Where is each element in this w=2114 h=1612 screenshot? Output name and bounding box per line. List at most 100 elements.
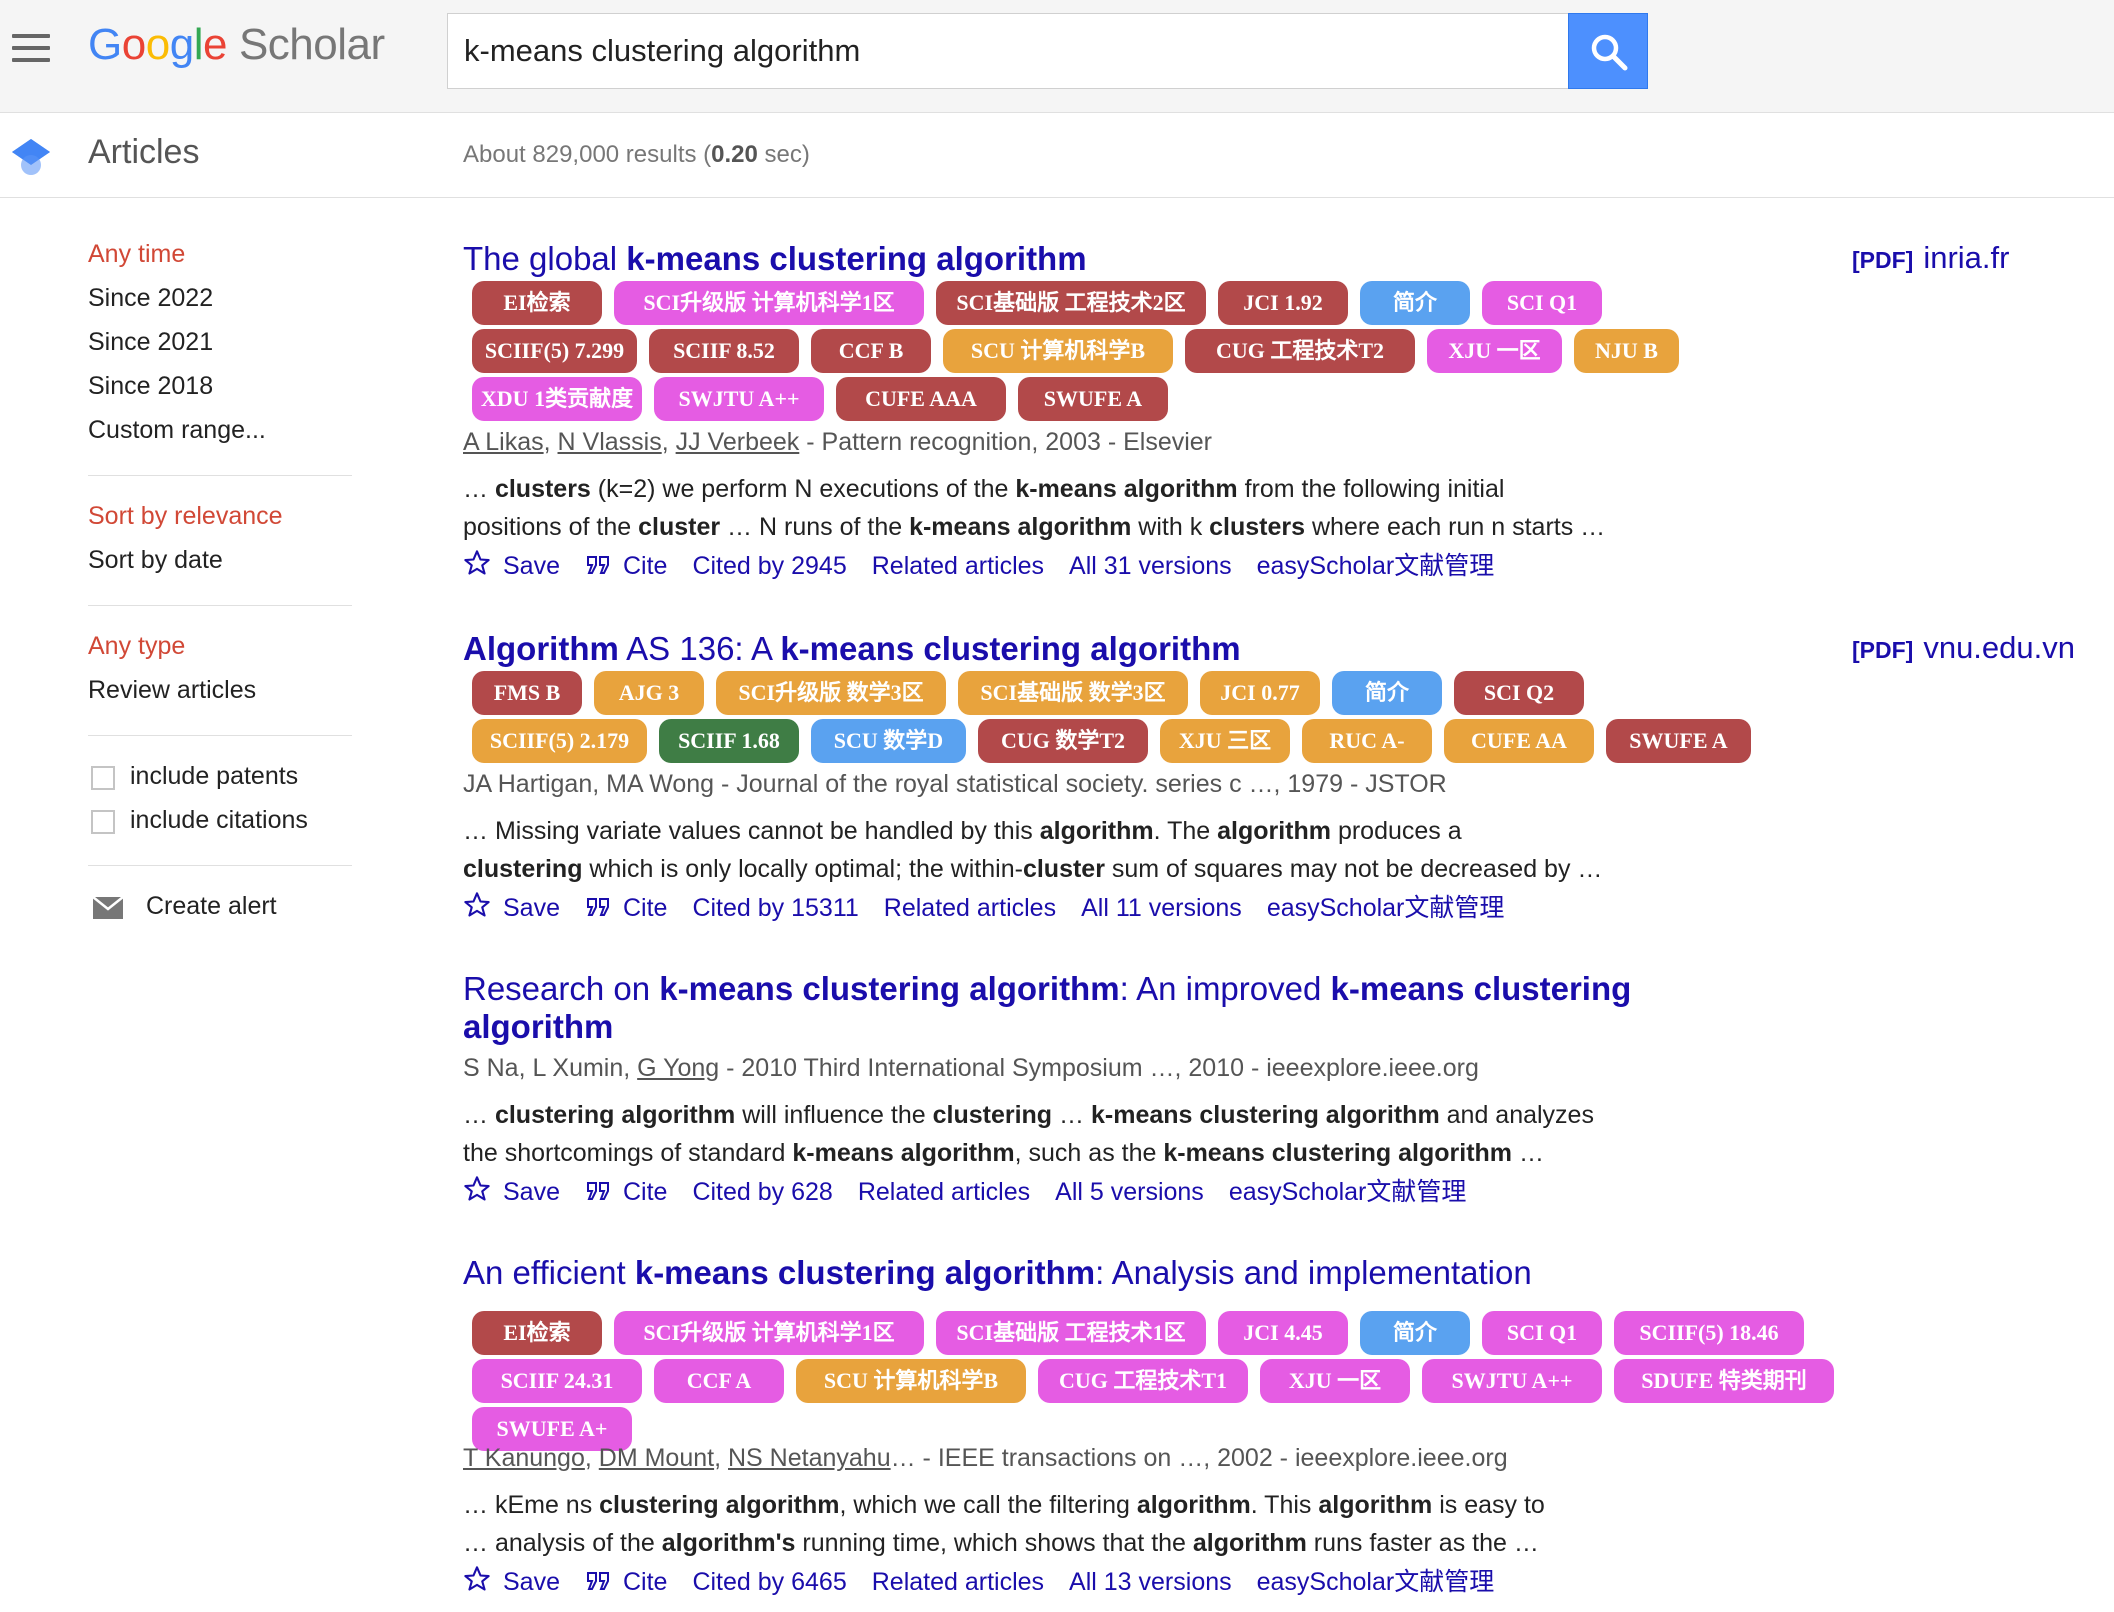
journal-rank-badge[interactable]: SCU 计算机科学B [943, 329, 1173, 373]
result-title-link[interactable]: Research on k-means clustering algorithm… [463, 970, 1693, 1046]
journal-rank-badge[interactable]: CUG 工程技术T2 [1185, 329, 1415, 373]
author-link[interactable]: NS Netanyahu [728, 1444, 891, 1472]
author-link[interactable]: JJ Verbeek [676, 428, 800, 456]
author-link[interactable]: DM Mount [599, 1444, 714, 1472]
include-citations-label[interactable]: include citations [130, 806, 308, 835]
journal-rank-badge[interactable]: FMS B [472, 671, 582, 715]
save-button[interactable]: Save [463, 550, 560, 580]
journal-rank-badge[interactable]: NJU B [1574, 329, 1679, 373]
journal-rank-badge[interactable]: CUFE AAA [836, 377, 1006, 421]
journal-rank-badge[interactable]: XJU 三区 [1160, 719, 1290, 763]
cited-by-link[interactable]: Cited by 15311 [692, 894, 858, 922]
pdf-link[interactable]: [PDF] vnu.edu.vn [1852, 630, 2075, 666]
journal-rank-badge[interactable]: AJG 3 [594, 671, 704, 715]
journal-rank-badge[interactable]: SCIIF 24.31 [472, 1359, 642, 1403]
save-button[interactable]: Save [463, 1176, 560, 1206]
cite-button[interactable]: Cite [585, 1178, 667, 1206]
filter-since-2022[interactable]: Since 2022 [88, 284, 213, 313]
journal-rank-badge[interactable]: SCI基础版 工程技术1区 [936, 1311, 1206, 1355]
include-patents-label[interactable]: include patents [130, 762, 298, 791]
result-title-link[interactable]: An efficient k-means clustering algorith… [463, 1254, 1532, 1292]
result-title-link[interactable]: The global k-means clustering algorithm [463, 240, 1087, 278]
author-link[interactable]: G Yong [637, 1054, 719, 1082]
easyscholar-link[interactable]: easyScholar文献管理 [1257, 552, 1495, 580]
journal-rank-badge[interactable]: SCU 数学D [811, 719, 966, 763]
journal-rank-badge[interactable]: SCI升级版 数学3区 [716, 671, 946, 715]
cite-button[interactable]: Cite [585, 894, 667, 922]
journal-rank-badge[interactable]: SCIIF(5) 7.299 [472, 329, 637, 373]
journal-rank-badge[interactable]: SCI Q2 [1454, 671, 1584, 715]
author-link[interactable]: N Vlassis [558, 428, 662, 456]
all-versions-link[interactable]: All 5 versions [1055, 1178, 1204, 1206]
journal-rank-badge[interactable]: CCF A [654, 1359, 784, 1403]
journal-rank-badge[interactable]: SCI基础版 数学3区 [958, 671, 1188, 715]
google-scholar-logo[interactable]: Google Scholar [88, 20, 385, 70]
journal-rank-badge[interactable]: 简介 [1332, 671, 1442, 715]
cited-by-link[interactable]: Cited by 628 [692, 1178, 832, 1206]
journal-rank-badge[interactable]: EI检索 [472, 281, 602, 325]
related-articles-link[interactable]: Related articles [884, 894, 1056, 922]
journal-rank-badge[interactable]: CUFE AA [1444, 719, 1594, 763]
journal-rank-badge[interactable]: SWUFE A [1606, 719, 1751, 763]
journal-rank-badge[interactable]: XDU 1类贡献度 [472, 377, 642, 421]
easyscholar-link[interactable]: easyScholar文献管理 [1229, 1178, 1467, 1206]
related-articles-link[interactable]: Related articles [872, 552, 1044, 580]
journal-rank-badge[interactable]: JCI 4.45 [1218, 1311, 1348, 1355]
easyscholar-link[interactable]: easyScholar文献管理 [1257, 1568, 1495, 1596]
all-versions-link[interactable]: All 13 versions [1069, 1568, 1232, 1596]
journal-rank-badge[interactable]: SCI Q1 [1482, 1311, 1602, 1355]
filter-since-2018[interactable]: Since 2018 [88, 372, 213, 401]
journal-rank-badge[interactable]: SWJTU A++ [654, 377, 824, 421]
journal-rank-badge[interactable]: SCI升级版 计算机科学1区 [614, 1311, 924, 1355]
all-versions-link[interactable]: All 11 versions [1081, 894, 1242, 922]
journal-rank-badge[interactable]: SCIIF(5) 18.46 [1614, 1311, 1804, 1355]
author-link[interactable]: A Likas [463, 428, 544, 456]
journal-rank-badge[interactable]: JCI 0.77 [1200, 671, 1320, 715]
journal-rank-badge[interactable]: SCI Q1 [1482, 281, 1602, 325]
related-articles-link[interactable]: Related articles [872, 1568, 1044, 1596]
search-button[interactable] [1568, 13, 1648, 89]
cited-by-link[interactable]: Cited by 6465 [692, 1568, 846, 1596]
sort-by-relevance[interactable]: Sort by relevance [88, 502, 283, 531]
journal-rank-badge[interactable]: CCF B [811, 329, 931, 373]
journal-rank-badge[interactable]: SDUFE 特类期刊 [1614, 1359, 1834, 1403]
all-versions-link[interactable]: All 31 versions [1069, 552, 1232, 580]
journal-rank-badge[interactable]: CUG 数学T2 [978, 719, 1148, 763]
journal-rank-badge[interactable]: XJU 一区 [1427, 329, 1562, 373]
journal-rank-badge[interactable]: SCIIF(5) 2.179 [472, 719, 647, 763]
journal-rank-badge[interactable]: XJU 一区 [1260, 1359, 1410, 1403]
cited-by-link[interactable]: Cited by 2945 [692, 552, 846, 580]
save-button[interactable]: Save [463, 1566, 560, 1596]
include-patents-checkbox[interactable] [91, 766, 115, 790]
include-citations-checkbox[interactable] [91, 810, 115, 834]
journal-rank-badge[interactable]: EI检索 [472, 1311, 602, 1355]
filter-any-time[interactable]: Any time [88, 240, 185, 269]
filter-since-2021[interactable]: Since 2021 [88, 328, 213, 357]
journal-rank-badge[interactable]: SWUFE A [1018, 377, 1168, 421]
filter-review-articles[interactable]: Review articles [88, 676, 256, 705]
menu-icon[interactable] [12, 34, 50, 62]
journal-rank-badge[interactable]: 简介 [1360, 281, 1470, 325]
pdf-link[interactable]: [PDF] inria.fr [1852, 240, 2009, 276]
journal-rank-badge[interactable]: SCU 计算机科学B [796, 1359, 1026, 1403]
search-input[interactable] [447, 13, 1569, 89]
result-title-link[interactable]: Algorithm AS 136: A k-means clustering a… [463, 630, 1241, 668]
save-button[interactable]: Save [463, 892, 560, 922]
filter-any-type[interactable]: Any type [88, 632, 185, 661]
journal-rank-badge[interactable]: JCI 1.92 [1218, 281, 1348, 325]
journal-rank-badge[interactable]: SCIIF 8.52 [649, 329, 799, 373]
cite-button[interactable]: Cite [585, 1568, 667, 1596]
journal-rank-badge[interactable]: SCI基础版 工程技术2区 [936, 281, 1206, 325]
filter-custom-range[interactable]: Custom range... [88, 416, 266, 445]
journal-rank-badge[interactable]: SWJTU A++ [1422, 1359, 1602, 1403]
journal-rank-badge[interactable]: CUG 工程技术T1 [1038, 1359, 1248, 1403]
author-link[interactable]: T Kanungo [463, 1444, 585, 1472]
cite-button[interactable]: Cite [585, 552, 667, 580]
easyscholar-link[interactable]: easyScholar文献管理 [1267, 894, 1505, 922]
journal-rank-badge[interactable]: RUC A- [1302, 719, 1432, 763]
create-alert-link[interactable]: Create alert [146, 892, 277, 921]
sort-by-date[interactable]: Sort by date [88, 546, 223, 575]
journal-rank-badge[interactable]: SCIIF 1.68 [659, 719, 799, 763]
journal-rank-badge[interactable]: SCI升级版 计算机科学1区 [614, 281, 924, 325]
related-articles-link[interactable]: Related articles [858, 1178, 1030, 1206]
